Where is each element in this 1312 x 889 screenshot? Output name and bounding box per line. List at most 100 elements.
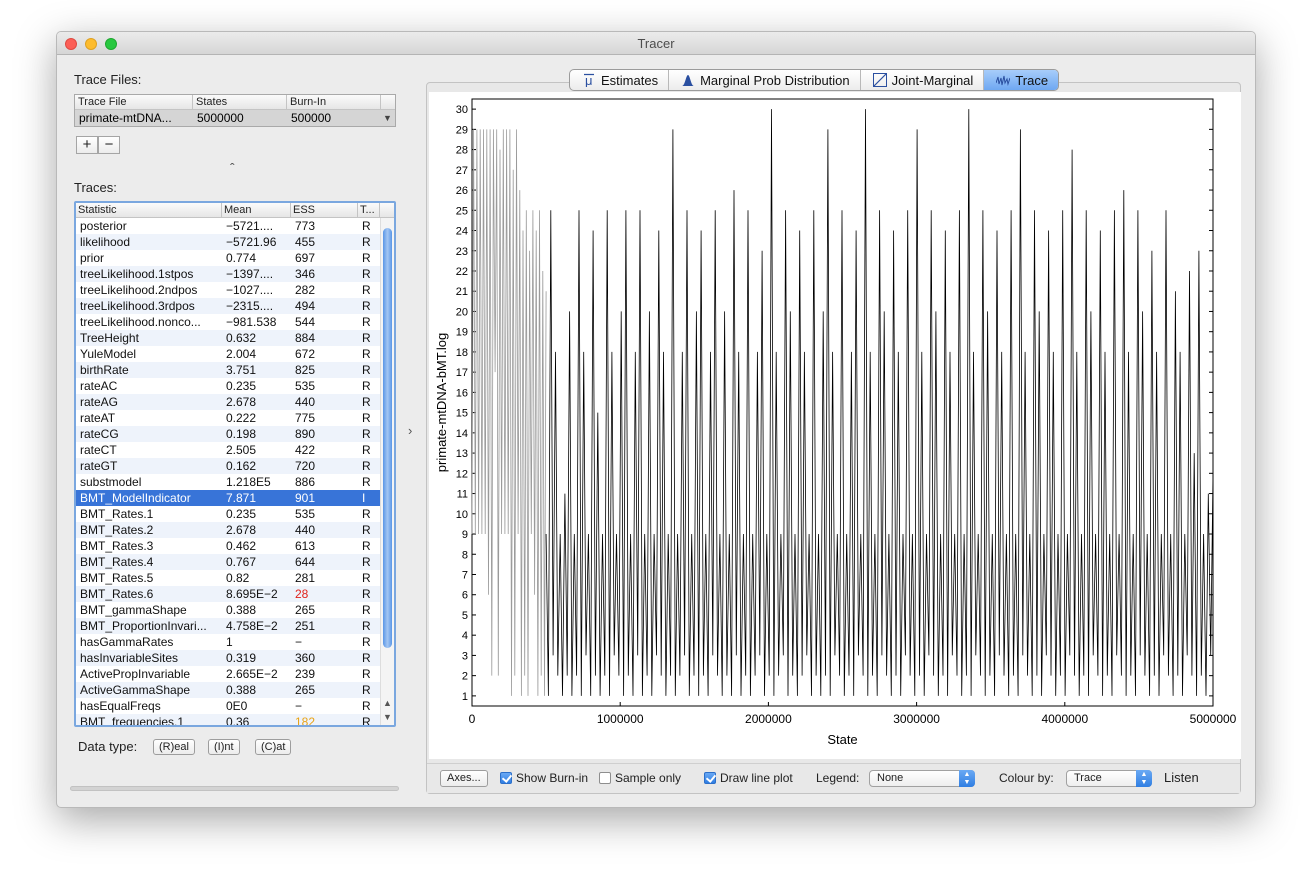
- ess-cell: 773: [295, 219, 316, 233]
- scroll-down-icon[interactable]: ▼: [383, 712, 392, 722]
- table-row[interactable]: BMT_Rates.2 2.678 440 R: [76, 522, 394, 538]
- mu-icon: μ: [584, 73, 594, 87]
- density-icon: [682, 75, 695, 86]
- table-row[interactable]: ActiveGammaShape 0.388 265 R: [76, 682, 394, 698]
- ess-cell: 644: [295, 555, 316, 569]
- data-type-real-button[interactable]: (R)eal: [153, 739, 195, 755]
- trace-chart[interactable]: 1234567891011121314151617181920212223242…: [429, 92, 1241, 759]
- table-row[interactable]: BMT_Rates.3 0.462 613 R: [76, 538, 394, 554]
- table-row[interactable]: treeLikelihood.3rdpos −2315.... 494 R: [76, 298, 394, 314]
- traces-scrollbar[interactable]: ▲ ▼: [380, 218, 394, 725]
- trace-file-row[interactable]: primate-mtDNA... 5000000 500000 ▼: [75, 110, 395, 126]
- colour-by-select[interactable]: Trace ▲ ▼: [1066, 770, 1152, 787]
- table-row[interactable]: hasEqualFreqs 0E0 − R: [76, 698, 394, 714]
- trace-plot[interactable]: 1 2 3 4 5 6 7 8 9 10 11 12 13 14 15 16 17 18 19 20 21 22 23 24 2…: [429, 92, 1241, 759]
- table-row[interactable]: BMT_Rates.1 0.235 535 R: [76, 506, 394, 522]
- table-row[interactable]: BMT_ProportionInvari... 4.758E−2 251 R: [76, 618, 394, 634]
- table-row[interactable]: rateCT 2.505 422 R: [76, 442, 394, 458]
- type-cell: R: [362, 507, 371, 521]
- scroll-up-icon[interactable]: ▲: [383, 698, 392, 708]
- y-tick-label: 29: [456, 124, 468, 136]
- scrollbar-thumb[interactable]: [383, 228, 392, 648]
- table-row[interactable]: rateAT 0.222 775 R: [76, 410, 394, 426]
- y-tick-label: 21: [456, 286, 468, 298]
- x-tick-label: 5000000: [1190, 712, 1237, 726]
- col-trace-file[interactable]: Trace File: [75, 95, 193, 109]
- table-row[interactable]: hasInvariableSites 0.319 360 R: [76, 650, 394, 666]
- type-cell: R: [362, 395, 371, 409]
- data-type-int-button[interactable]: (I)nt: [208, 739, 240, 755]
- sample-only-checkbox[interactable]: Sample only: [599, 771, 681, 785]
- chevron-down-icon[interactable]: ▼: [381, 110, 395, 126]
- statistic-cell: BMT_Rates.2: [80, 523, 154, 537]
- table-row[interactable]: rateAC 0.235 535 R: [76, 378, 394, 394]
- table-row[interactable]: BMT_ModelIndicator 7.871 901 I: [76, 490, 394, 506]
- table-row[interactable]: treeLikelihood.1stpos −1397.... 346 R: [76, 266, 394, 282]
- tab-trace[interactable]: Trace: [984, 70, 1059, 90]
- ess-cell: 28: [295, 587, 309, 601]
- table-row[interactable]: hasGammaRates 1 − R: [76, 634, 394, 650]
- tab-joint-marginal[interactable]: Joint-Marginal: [861, 70, 985, 90]
- col-ess[interactable]: ESS: [291, 203, 358, 217]
- table-row[interactable]: BMT_Rates.5 0.82 281 R: [76, 570, 394, 586]
- table-row[interactable]: ActivePropInvariable 2.665E−2 239 R: [76, 666, 394, 682]
- show-burnin-checkbox[interactable]: Show Burn-in: [500, 771, 588, 785]
- traces-table[interactable]: Statistic Mean ESS T... posterior −5721..…: [74, 201, 396, 727]
- mean-cell: 8.695E−2: [226, 587, 278, 601]
- table-row[interactable]: prior 0.774 697 R: [76, 250, 394, 266]
- mean-cell: 2.678: [226, 523, 257, 537]
- table-row[interactable]: rateGT 0.162 720 R: [76, 458, 394, 474]
- statistic-cell: BMT_Rates.5: [80, 571, 154, 585]
- table-row[interactable]: rateAG 2.678 440 R: [76, 394, 394, 410]
- col-type[interactable]: T...: [358, 203, 380, 217]
- collapse-handle-icon[interactable]: ˆ: [230, 160, 235, 176]
- col-mean[interactable]: Mean: [222, 203, 291, 217]
- type-cell: R: [362, 459, 371, 473]
- type-cell: R: [362, 299, 371, 313]
- mean-cell: 2.678: [226, 395, 257, 409]
- table-row[interactable]: likelihood −5721.96 455 R: [76, 234, 394, 250]
- col-statistic[interactable]: Statistic: [76, 203, 222, 217]
- table-row[interactable]: TreeHeight 0.632 884 R: [76, 330, 394, 346]
- data-type-cat-button[interactable]: (C)at: [255, 739, 292, 755]
- table-row[interactable]: treeLikelihood.2ndpos −1027.... 282 R: [76, 282, 394, 298]
- mean-cell: 0.767: [226, 555, 257, 569]
- table-row[interactable]: BMT_Rates.6 8.695E−2 28 R: [76, 586, 394, 602]
- listen-button[interactable]: Listen: [1164, 770, 1199, 785]
- mean-cell: −981.538: [226, 315, 277, 329]
- statistic-cell: BMT_ModelIndicator: [80, 491, 191, 505]
- statistic-cell: substmodel: [80, 475, 142, 489]
- type-cell: R: [362, 699, 371, 713]
- statistic-cell: treeLikelihood.3rdpos: [80, 299, 195, 313]
- table-row[interactable]: YuleModel 2.004 672 R: [76, 346, 394, 362]
- remove-file-button[interactable]: −: [98, 136, 120, 154]
- type-cell: R: [362, 251, 371, 265]
- table-row[interactable]: treeLikelihood.nonco... −981.538 544 R: [76, 314, 394, 330]
- table-row[interactable]: substmodel 1.218E5 886 R: [76, 474, 394, 490]
- table-row[interactable]: BMT_gammaShape 0.388 265 R: [76, 602, 394, 618]
- col-burn-in[interactable]: Burn-In: [287, 95, 381, 109]
- mean-cell: 0.388: [226, 683, 257, 697]
- table-row[interactable]: rateCG 0.198 890 R: [76, 426, 394, 442]
- split-handle-icon[interactable]: ›: [408, 423, 412, 438]
- col-states[interactable]: States: [193, 95, 287, 109]
- trace-files-table[interactable]: Trace File States Burn-In primate-mtDNA.…: [74, 94, 396, 127]
- tab-estimates[interactable]: μ Estimates: [570, 70, 670, 90]
- type-cell: R: [362, 571, 371, 585]
- legend-select[interactable]: None ▲ ▼: [869, 770, 975, 787]
- trace-file-states: 5000000: [197, 111, 244, 125]
- add-file-button[interactable]: +: [76, 136, 98, 154]
- ess-cell: 182: [295, 715, 316, 727]
- axes-button[interactable]: Axes...: [440, 770, 488, 787]
- type-cell: R: [362, 427, 371, 441]
- statistic-cell: BMT_frequencies.1: [80, 715, 185, 727]
- table-row[interactable]: posterior −5721.... 773 R: [76, 218, 394, 234]
- tab-marginal-prob-distribution[interactable]: Marginal Prob Distribution: [669, 70, 861, 90]
- table-row[interactable]: BMT_frequencies.1 0.36 182 R: [76, 714, 394, 727]
- trace-file-burnin[interactable]: 500000: [287, 110, 381, 126]
- left-horizontal-scrollbar[interactable]: [70, 786, 399, 791]
- draw-line-plot-checkbox[interactable]: Draw line plot: [704, 771, 793, 785]
- table-row[interactable]: birthRate 3.751 825 R: [76, 362, 394, 378]
- table-row[interactable]: BMT_Rates.4 0.767 644 R: [76, 554, 394, 570]
- traces-header: Statistic Mean ESS T...: [76, 203, 394, 218]
